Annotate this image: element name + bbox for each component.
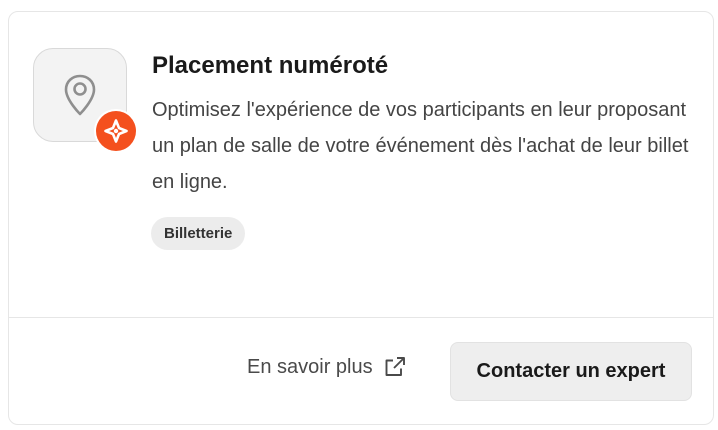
card-title: Placement numéroté bbox=[152, 52, 389, 79]
learn-more-label: En savoir plus bbox=[247, 355, 373, 378]
brand-badge bbox=[94, 109, 138, 153]
contact-expert-button[interactable]: Contacter un expert bbox=[450, 342, 692, 401]
learn-more-link[interactable]: En savoir plus bbox=[247, 355, 407, 379]
map-pin-icon bbox=[64, 74, 96, 116]
external-link-icon bbox=[385, 357, 405, 376]
card-description: Optimisez l'expérience de vos participan… bbox=[152, 99, 689, 193]
badge-circle bbox=[96, 111, 136, 151]
category-tag: Billetterie bbox=[151, 217, 246, 250]
brand-star-icon bbox=[104, 119, 128, 143]
app-icon bbox=[33, 48, 138, 153]
app-card: Placement numéroté Optimisez l'expérienc… bbox=[8, 11, 714, 425]
divider bbox=[9, 317, 713, 318]
